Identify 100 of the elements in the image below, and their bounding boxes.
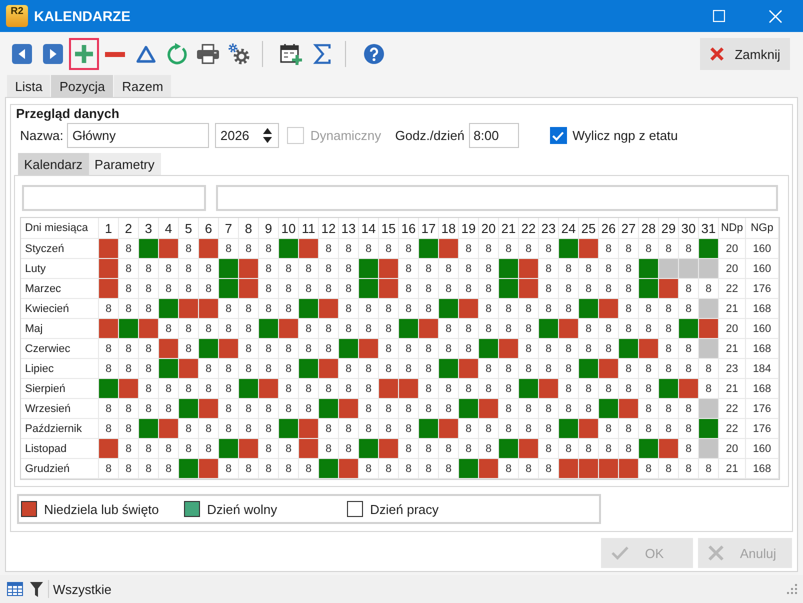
close-dialog-button[interactable]: Zamknij: [700, 38, 790, 70]
tab[interactable]: Lista: [7, 75, 50, 97]
day-cell: 8: [179, 439, 199, 459]
day-cell: 8: [99, 399, 119, 419]
day-cell: 8: [119, 459, 139, 479]
day-cell: 8: [379, 459, 399, 479]
day-cell: 8: [179, 319, 199, 339]
day-cell: 8: [299, 319, 319, 339]
day-cell: 8: [559, 439, 579, 459]
day-cell: 8: [519, 319, 539, 339]
day-cell: 8: [679, 239, 699, 259]
day-cell: 8: [359, 459, 379, 479]
day-cell: 8: [459, 439, 479, 459]
spin-down-icon[interactable]: [263, 137, 272, 143]
day-cell: 8: [619, 379, 639, 399]
legend-label: Niedziela lub święto: [44, 502, 159, 516]
day-cell: 8: [259, 399, 279, 419]
day-cell: 8: [559, 399, 579, 419]
day-cell: 8: [499, 419, 519, 439]
plus-icon: [75, 45, 93, 63]
day-cell: 8: [199, 259, 219, 279]
day-cell: 8: [639, 319, 659, 339]
day-cell: 8: [139, 399, 159, 419]
sigma-icon: [313, 44, 331, 64]
day-cell: 8: [139, 459, 159, 479]
day-cell: 8: [679, 339, 699, 359]
table-cell: 22: [719, 279, 746, 299]
hours-field[interactable]: 8:00: [468, 123, 519, 148]
day-cell: 8: [539, 239, 559, 259]
year-spinner-field[interactable]: 2026: [215, 123, 280, 148]
help-icon: [364, 44, 384, 64]
close-icon: [768, 10, 782, 22]
checkbox-label[interactable]: Wylicz ngp z etatu: [572, 128, 678, 143]
day-cell: 8: [459, 319, 479, 339]
table-cell: 20: [719, 319, 746, 339]
day-cell: 8: [399, 459, 419, 479]
day-cell: 8: [579, 259, 599, 279]
day-cell: 8: [339, 379, 359, 399]
day-cell: 8: [199, 419, 219, 439]
day-cell: 8: [199, 359, 219, 379]
day-cell: 8: [219, 399, 239, 419]
legend-label: Dzień wolny: [207, 502, 278, 516]
tab[interactable]: Razem: [114, 75, 172, 97]
input-field[interactable]: [216, 185, 778, 211]
day-cell: 8: [519, 459, 539, 479]
input-field[interactable]: [22, 185, 206, 211]
table-cell: 176: [746, 279, 779, 299]
day-cell: 8: [599, 379, 619, 399]
day-cell: 8: [459, 279, 479, 299]
day-cell: 8: [179, 259, 199, 279]
day-cell: 8: [579, 379, 599, 399]
minus-icon: [105, 52, 125, 56]
day-cell: 8: [279, 379, 299, 399]
day-cell: 8: [479, 239, 499, 259]
day-cell: 8: [519, 299, 539, 319]
filter-icon[interactable]: [30, 582, 43, 596]
day-cell: 8: [579, 319, 599, 339]
day-cell: 8: [539, 459, 559, 479]
day-cell: 8: [379, 399, 399, 419]
day-cell: 8: [419, 299, 439, 319]
day-cell: 8: [299, 279, 319, 299]
day-cell: 8: [119, 359, 139, 379]
day-cell: 8: [459, 259, 479, 279]
table-cell: 160: [746, 439, 779, 459]
tab[interactable]: Parametry: [88, 153, 161, 175]
day-cell: 8: [239, 419, 259, 439]
day-cell: 8: [239, 399, 259, 419]
add-button[interactable]: [69, 38, 99, 70]
checkbox[interactable]: [550, 127, 567, 144]
day-cell: 8: [159, 259, 179, 279]
day-cell: 8: [539, 399, 559, 419]
day-cell: 8: [639, 379, 659, 399]
day-cell: 8: [259, 339, 279, 359]
tab[interactable]: Pozycja: [51, 75, 113, 97]
day-cell: 8: [659, 239, 679, 259]
table-cell: 184: [746, 359, 779, 379]
day-cell: 8: [699, 459, 719, 479]
day-cell: 8: [339, 259, 359, 279]
table-cell: 160: [746, 259, 779, 279]
day-cell: 8: [559, 339, 579, 359]
day-cell: 8: [159, 319, 179, 339]
day-cell: 8: [279, 459, 299, 479]
day-cell: 8: [399, 399, 419, 419]
table-cell: 21: [719, 379, 746, 399]
day-cell: 8: [639, 359, 659, 379]
day-cell: 8: [259, 279, 279, 299]
name-field[interactable]: Główny: [67, 123, 210, 148]
resize-grip-icon[interactable]: [787, 584, 797, 594]
day-cell: 8: [99, 299, 119, 319]
column-header: Dni miesiąca: [21, 218, 99, 239]
table-cell: 21: [719, 299, 746, 319]
day-cell: 8: [499, 359, 519, 379]
day-cell: 8: [159, 279, 179, 299]
day-cell: 8: [619, 279, 639, 299]
grid-view-icon[interactable]: [7, 582, 23, 596]
day-cell: 8: [379, 239, 399, 259]
spin-up-icon[interactable]: [263, 128, 272, 134]
tab[interactable]: Kalendarz: [18, 153, 89, 175]
day-cell: 8: [259, 239, 279, 259]
day-cell: 8: [439, 279, 459, 299]
